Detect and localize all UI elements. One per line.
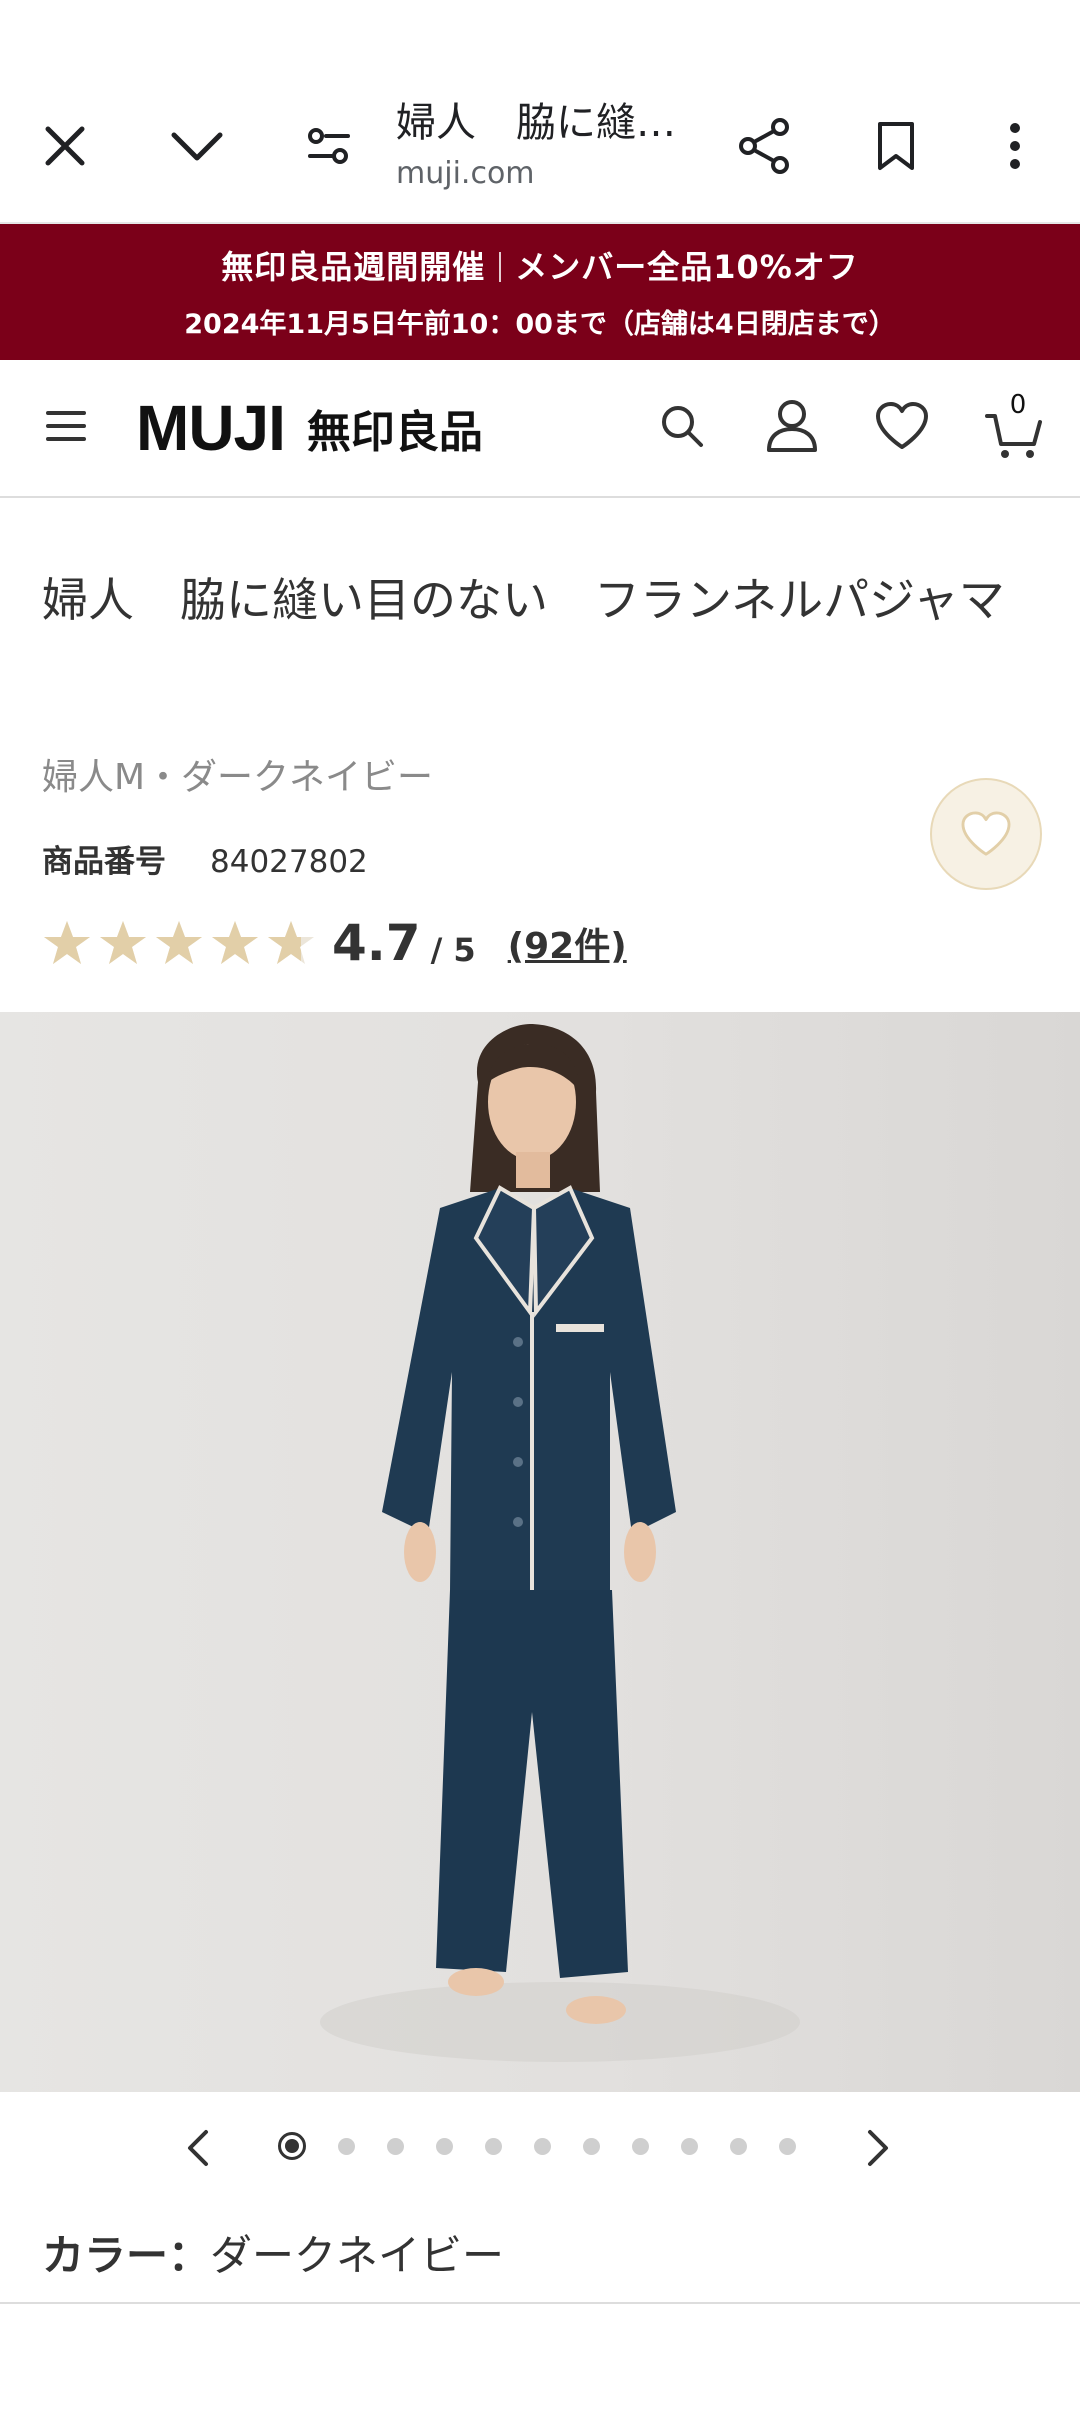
color-value: ダークネイビー [210,2231,505,2280]
add-to-favorites-button[interactable] [930,778,1042,890]
product-variant: 婦人M・ダークネイビー [42,757,434,798]
site-logo[interactable]: MUJI 無印良品 [136,391,483,465]
tab-title: 婦人 脇に縫… [396,100,676,146]
share-icon[interactable] [738,117,792,175]
tab-info[interactable]: 婦人 脇に縫… muji.com [396,90,696,191]
carousel-prev-button[interactable] [186,2128,210,2172]
site-header: MUJI 無印良品 0 [0,360,1080,498]
promo-offer: メンバー全品10%オフ [515,248,859,286]
cart-icon [985,414,1042,458]
search-icon[interactable] [660,404,704,452]
promo-deadline: 2024年11月5日午前10：00まで（店舗は4日閉店まで） [184,309,896,340]
rating-row: 4.7 / 5 (92件) [42,908,627,978]
carousel-dot[interactable] [338,2137,355,2155]
carousel-dot[interactable] [583,2137,600,2155]
carousel-dot[interactable] [632,2137,649,2155]
carousel-dot[interactable] [681,2137,698,2155]
product-code-row: 商品番号 84027802 [42,836,368,881]
carousel-dots [278,2132,796,2160]
star-icon [44,921,90,964]
carousel-dot[interactable] [387,2137,404,2155]
product-code: 84027802 [210,844,368,880]
rating-value: 4.7 [332,914,421,972]
logo-mujirushi: 無印良品 [306,407,483,458]
star-icon [268,921,314,964]
chevron-down-icon[interactable] [170,129,224,163]
star-icon [212,921,258,964]
carousel-dot[interactable] [534,2137,551,2155]
color-label: カラー： [42,2231,211,2280]
product-title: 婦人 脇に縫い目のない フランネルパジャマ [42,573,1005,627]
carousel-next-button[interactable] [866,2128,890,2172]
heart-icon [961,811,1011,856]
carousel-dot[interactable] [278,2132,306,2160]
review-count-link[interactable]: (92件) [508,917,627,969]
rating-max: / 5 [430,931,476,969]
product-code-label: 商品番号 [42,844,166,880]
star-icon [156,921,202,964]
color-selection-row: カラー：ダークネイビー [42,2222,504,2283]
status-bar [0,0,1080,70]
site-settings-icon[interactable] [306,126,352,166]
star-icon [100,921,146,964]
favorites-icon[interactable] [874,401,930,455]
cart-button[interactable]: 0 [984,390,1044,458]
section-divider [0,2302,1080,2304]
promo-event: 無印良品週間開催 [221,248,486,286]
image-carousel-nav [0,2120,1080,2176]
account-icon[interactable] [766,399,818,457]
product-image[interactable] [0,1012,1080,2092]
bookmark-icon[interactable] [876,120,916,172]
carousel-dot[interactable] [485,2137,502,2155]
browser-toolbar: 婦人 脇に縫… muji.com [0,70,1080,224]
logo-muji: MUJI [136,392,286,464]
pajama-model-image [320,1024,800,2062]
rating-stars [42,919,316,967]
more-options-icon[interactable] [1006,121,1024,171]
promo-headline: 無印良品週間開催 メンバー全品10%オフ [0,242,1080,288]
menu-icon[interactable] [46,409,86,447]
tab-url: muji.com [396,156,535,191]
carousel-dot[interactable] [436,2137,453,2155]
promo-divider [499,252,502,282]
carousel-dot[interactable] [730,2137,747,2155]
promo-banner[interactable]: 無印良品週間開催 メンバー全品10%オフ 2024年11月5日午前10：00まで（… [0,224,1080,360]
close-tab-icon[interactable] [42,123,88,169]
carousel-dot[interactable] [779,2137,796,2155]
